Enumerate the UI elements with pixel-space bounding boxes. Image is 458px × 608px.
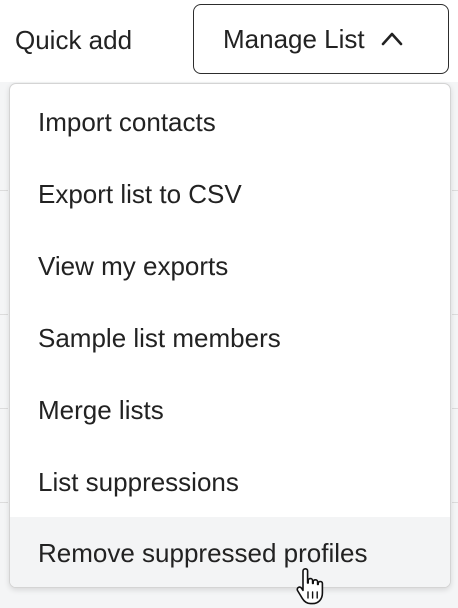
menu-item-remove-suppressed-profiles[interactable]: Remove suppressed profiles bbox=[10, 517, 450, 587]
quick-add-button[interactable]: Quick add bbox=[15, 22, 132, 58]
menu-item-view-my-exports[interactable]: View my exports bbox=[10, 230, 450, 302]
manage-list-label: Manage List bbox=[223, 24, 365, 54]
menu-item-list-suppressions[interactable]: List suppressions bbox=[10, 446, 450, 518]
menu-item-export-list-to-csv[interactable]: Export list to CSV bbox=[10, 158, 450, 230]
background-row-divider bbox=[0, 502, 8, 503]
top-bar: Quick add Manage List bbox=[0, 0, 458, 82]
menu-item-merge-lists[interactable]: Merge lists bbox=[10, 374, 450, 446]
background-row-divider bbox=[452, 314, 458, 315]
background-row-divider bbox=[0, 408, 8, 409]
menu-item-sample-list-members[interactable]: Sample list members bbox=[10, 302, 450, 374]
manage-list-dropdown-menu: Import contacts Export list to CSV View … bbox=[9, 83, 451, 588]
background-row-divider bbox=[452, 190, 458, 191]
menu-item-import-contacts[interactable]: Import contacts bbox=[10, 86, 450, 158]
background-row-divider bbox=[0, 314, 8, 315]
background-row-divider bbox=[452, 408, 458, 409]
background-row-divider bbox=[452, 502, 458, 503]
background-row-divider bbox=[0, 190, 8, 191]
chevron-up-icon bbox=[379, 26, 405, 52]
manage-list-button[interactable]: Manage List bbox=[193, 4, 449, 74]
